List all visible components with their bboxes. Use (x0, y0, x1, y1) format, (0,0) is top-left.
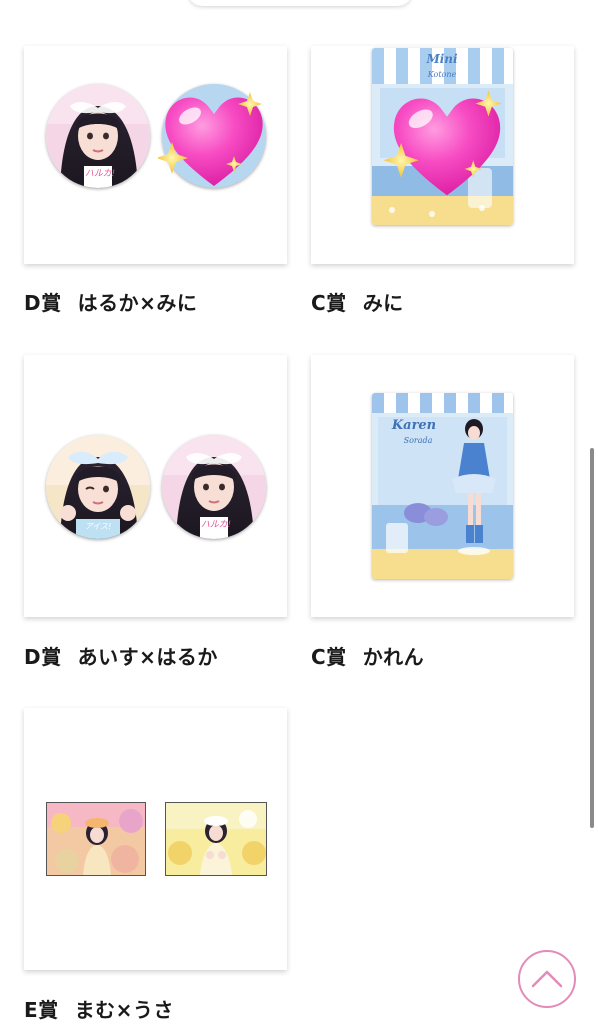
prize-grade: C賞 (311, 645, 347, 669)
badge-haruka: ハルカ! (46, 84, 150, 188)
sparkling-heart-icon (383, 90, 502, 196)
prize-grade: D賞 (24, 645, 62, 669)
prize-name: まむ×うさ (74, 998, 174, 1022)
prize-grade: C賞 (311, 291, 347, 315)
prize-label-5[interactable]: E賞 まむ×うさ (24, 994, 174, 1023)
prize-label-3[interactable]: D賞 あいす×はるか (24, 641, 218, 670)
top-search-pill[interactable] (188, 0, 412, 6)
sparkling-heart-icon (158, 92, 263, 186)
bromide-usa (165, 802, 267, 876)
stand-mini-title: Mini (425, 52, 458, 66)
prize-grade: D賞 (24, 291, 62, 315)
prize-name: かれん (362, 645, 425, 669)
scrollbar[interactable] (590, 448, 594, 828)
badge-haruka-text: ハルカ! (201, 519, 231, 530)
badge-haruka: ハルカ! (162, 435, 266, 539)
prize-label-4[interactable]: C賞 かれん (311, 641, 424, 670)
badge-haruka-text: ハルカ! (85, 168, 115, 179)
stand-karen-sub: Sorada (404, 436, 433, 445)
stand-karen-title: Karen (391, 418, 436, 433)
badge-aisu: アイス! (46, 435, 150, 539)
prize-name: あいす×はるか (77, 645, 218, 669)
prize-name: はるか×みに (77, 291, 198, 315)
prize-label-1[interactable]: D賞 はるか×みに (24, 287, 197, 316)
prize-card-c-karen[interactable]: Karen Sorada (311, 355, 574, 617)
prize-card-d-aisu-haruka[interactable]: アイス! ハルカ! (24, 355, 287, 617)
prize-card-d-haruka-mini[interactable]: ハルカ! (24, 46, 287, 264)
prize-grade: E賞 (24, 998, 59, 1022)
prize-name: みに (362, 291, 404, 315)
chevron-up-icon (531, 970, 563, 988)
prize-card-e-mamu-usa[interactable] (24, 708, 287, 970)
prize-label-2[interactable]: C賞 みに (311, 287, 404, 316)
acrylic-stand-karen: Karen Sorada (372, 393, 513, 579)
badge-aisu-text: アイス! (85, 522, 112, 531)
prize-card-c-mini[interactable]: Mini Kotone (311, 46, 574, 264)
stand-mini-sub: Kotone (427, 70, 457, 79)
bromide-mamu (46, 802, 146, 876)
scroll-to-top-button[interactable] (518, 950, 576, 1008)
